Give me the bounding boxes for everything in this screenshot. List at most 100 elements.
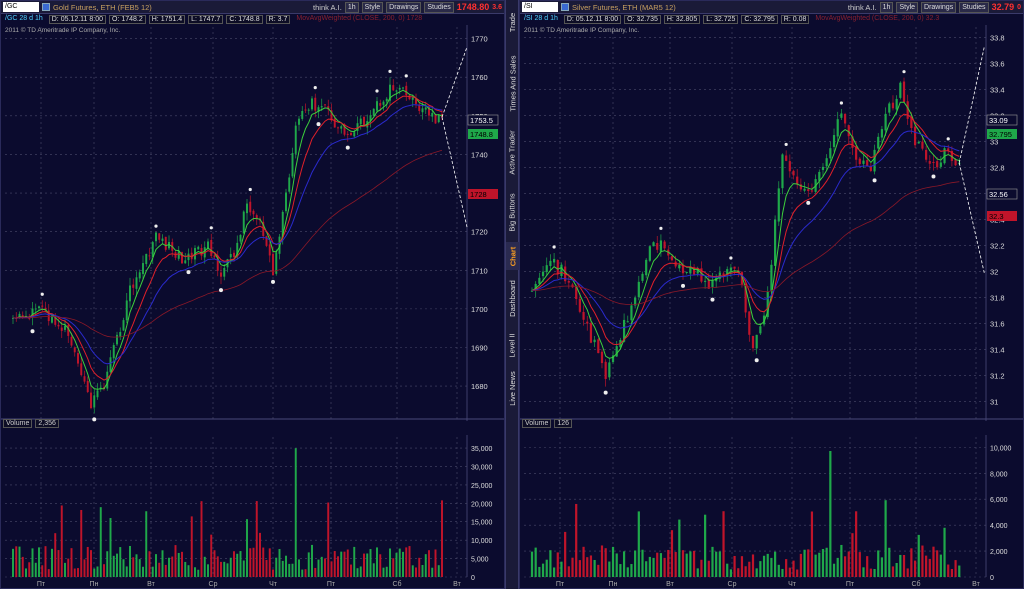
side-tab-live-news[interactable]: Live News (506, 364, 519, 412)
volume-bar (242, 560, 245, 577)
volume-bar (174, 545, 177, 577)
volume-bar (564, 531, 567, 577)
time-tick-label: Вт (666, 581, 674, 588)
volume-bar (755, 568, 758, 577)
timeframe-button[interactable]: 1h (879, 1, 894, 13)
candle-body (346, 133, 349, 135)
volume-bar (880, 557, 884, 577)
link-icon[interactable] (42, 3, 50, 11)
time-tick-label: Пт (556, 581, 565, 588)
candle-body (229, 254, 232, 258)
candle-body (803, 188, 806, 191)
volume-bar (369, 549, 372, 577)
gold-chart-panel: /GC Gold Futures, ETH (FEB5 12) think A.… (0, 0, 505, 589)
candle-body (223, 267, 226, 277)
link-icon[interactable] (561, 3, 569, 11)
candle-body (41, 305, 44, 307)
drawings-button[interactable]: Drawings (921, 1, 957, 13)
candle-body (395, 90, 398, 92)
candle-body (888, 103, 891, 113)
volume-bar (255, 501, 258, 577)
candle-body (755, 334, 758, 349)
projection-line (958, 162, 985, 273)
projection-line (441, 116, 468, 228)
volume-tick-label: 30,000 (471, 464, 493, 471)
side-tab-chart[interactable]: Chart (506, 242, 519, 270)
volume-bar (958, 565, 961, 577)
volume-bar (954, 560, 957, 577)
volume-bar (259, 532, 261, 577)
candle-body (663, 241, 666, 249)
side-tab-active-trader[interactable]: Active Trader (506, 122, 519, 182)
volume-bar (571, 557, 574, 577)
volume-bar (272, 569, 274, 577)
time-tick-label: Ср (728, 581, 737, 588)
studies-button[interactable]: Studies (424, 1, 454, 13)
volume-bar (340, 551, 343, 577)
volume-bar (389, 548, 391, 577)
timeframe-button[interactable]: 1h (344, 1, 359, 13)
volume-tick-label: 4,000 (990, 523, 1008, 530)
symbol-input[interactable]: /SI (522, 2, 558, 12)
volume-bar (281, 560, 284, 577)
volume-bar (262, 547, 265, 577)
volume-bar (670, 530, 674, 577)
candle-body (70, 336, 73, 346)
studies-button[interactable]: Studies (959, 1, 989, 13)
side-tab-big-buttons[interactable]: Big Buttons (506, 182, 519, 242)
last-price: 1748.80 (456, 2, 490, 12)
volume-bar (722, 511, 725, 577)
think-ai-button[interactable]: think A.I. (848, 3, 877, 12)
style-button[interactable]: Style (361, 1, 384, 13)
volume-bar (116, 553, 118, 577)
volume-bar (847, 551, 850, 577)
swing-high-marker (839, 101, 843, 105)
volume-bar (700, 559, 703, 577)
candle-body (164, 236, 167, 250)
volume-bar (171, 556, 174, 577)
volume-bar (213, 550, 216, 577)
volume-bar (648, 556, 651, 577)
candle-body (307, 109, 310, 111)
price-volume-chart[interactable]: 33.833.633.433.23332.832.632.432.23231.8… (520, 25, 1024, 589)
volume-bar (96, 566, 99, 577)
volume-bar (836, 557, 839, 577)
candle-body (538, 277, 541, 284)
symbol-input[interactable]: /GC (3, 2, 39, 12)
volume-bar (382, 567, 385, 577)
volume-bar (80, 509, 83, 577)
volume-bar (418, 557, 421, 577)
drawings-button[interactable]: Drawings (386, 1, 422, 13)
side-tab-trade[interactable]: Trade (506, 0, 519, 44)
think-ai-button[interactable]: think A.I. (313, 3, 342, 12)
volume-bar (906, 568, 909, 577)
candle-body (796, 176, 799, 185)
volume-bar (73, 568, 76, 577)
candle-body (311, 98, 313, 110)
side-tab-times-and-sales[interactable]: Times And Sales (506, 44, 519, 122)
candle-body (340, 126, 343, 129)
chart-toolbar: /GC Gold Futures, ETH (FEB5 12) think A.… (1, 1, 504, 14)
candle-body (593, 339, 596, 343)
candle-body (829, 148, 832, 159)
volume-bar (317, 559, 320, 577)
side-tab-dashboard[interactable]: Dashboard (506, 270, 519, 326)
volume-bar (943, 527, 946, 577)
candle-body (880, 129, 884, 138)
price-volume-chart[interactable]: 1770176017501740173017201710170016901680… (1, 25, 505, 589)
side-tab-level-ii[interactable]: Level II (506, 326, 519, 364)
volume-bar (112, 555, 115, 577)
volume-bar (567, 566, 570, 577)
style-button[interactable]: Style (896, 1, 919, 13)
volume-tick-label: 6,000 (990, 497, 1008, 504)
quote-bar: /GC 28 d 1h D: 05.12.11 8:00 O: 1748.2 H… (1, 14, 504, 25)
candle-body (670, 256, 674, 261)
candle-body (549, 260, 552, 266)
time-tick-label: Вт (972, 581, 980, 588)
volume-label: Volume 126 (522, 419, 573, 428)
volume-bar (611, 546, 615, 577)
volume-bar (142, 566, 144, 577)
volume-bar (294, 448, 297, 577)
volume-bar (759, 561, 762, 577)
candle-body (597, 339, 600, 354)
